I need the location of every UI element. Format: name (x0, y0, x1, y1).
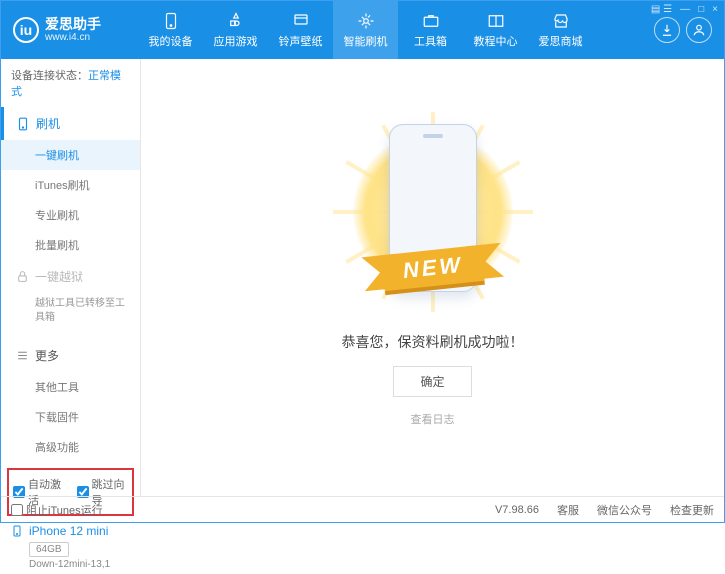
apps-icon (226, 12, 246, 30)
logo-icon: iu (13, 17, 39, 43)
tools-icon (421, 12, 441, 30)
sidebar: 设备连接状态：正常模式 刷机 一键刷机iTunes刷机专业刷机批量刷机 一键越狱… (1, 59, 141, 496)
jailbreak-note: 越狱工具已转移至工具箱 (35, 297, 126, 325)
tutorial-icon (486, 12, 506, 30)
header: iu 爱思助手 www.i4.cn 我的设备应用游戏铃声壁纸智能刷机工具箱教程中… (1, 1, 724, 59)
user-button[interactable] (686, 17, 712, 43)
phone-icon (11, 524, 23, 538)
wechat-link[interactable]: 微信公众号 (597, 502, 652, 518)
nav-tools[interactable]: 工具箱 (398, 1, 463, 59)
ringtone-icon (291, 12, 311, 30)
update-link[interactable]: 检查更新 (670, 502, 714, 518)
main-nav: 我的设备应用游戏铃声壁纸智能刷机工具箱教程中心爱思商城 (138, 1, 593, 59)
main-panel: NEW 恭喜您，保资料刷机成功啦！ 确定 查看日志 (141, 59, 724, 496)
nav-apps[interactable]: 应用游戏 (203, 1, 268, 59)
nav-store[interactable]: 爱思商城 (528, 1, 593, 59)
sidebar-item[interactable]: iTunes刷机 (1, 170, 140, 200)
window-controls: ▤ ☰ — □ × (651, 4, 718, 15)
nav-ringtone[interactable]: 铃声壁纸 (268, 1, 333, 59)
sidebar-item[interactable]: 下载固件 (1, 402, 140, 432)
device-capacity: 64GB (29, 542, 69, 557)
brand-url: www.i4.cn (45, 32, 101, 43)
sidebar-item[interactable]: 专业刷机 (1, 200, 140, 230)
sidebar-item[interactable]: 批量刷机 (1, 230, 140, 260)
list-icon (16, 349, 29, 362)
connection-status: 设备连接状态：正常模式 (1, 59, 140, 107)
close-button[interactable]: × (712, 4, 718, 15)
device-sub: Down-12mini-13,1 (29, 559, 130, 570)
success-message: 恭喜您，保资料刷机成功啦！ (342, 332, 524, 352)
phone-icon (16, 117, 30, 131)
lock-icon (16, 270, 29, 283)
service-link[interactable]: 客服 (557, 502, 579, 518)
status-bar: 阻止iTunes运行 V7.98.66 客服 微信公众号 检查更新 (1, 496, 724, 522)
block-itunes-checkbox[interactable]: 阻止iTunes运行 (11, 502, 103, 518)
sidebar-group-jailbreak: 一键越狱 (1, 260, 140, 293)
store-icon (551, 12, 571, 30)
version-label: V7.98.66 (495, 504, 539, 516)
nav-flash[interactable]: 智能刷机 (333, 1, 398, 59)
nav-device[interactable]: 我的设备 (138, 1, 203, 59)
success-illustration: NEW (343, 116, 523, 316)
sidebar-item[interactable]: 其他工具 (1, 372, 140, 402)
device-icon (161, 12, 181, 30)
menu-icon[interactable]: ▤ ☰ (651, 4, 672, 15)
brand-logo: iu 爱思助手 www.i4.cn (13, 17, 138, 43)
sidebar-group-more[interactable]: 更多 (1, 339, 140, 372)
maximize-button[interactable]: □ (698, 4, 704, 15)
brand-name: 爱思助手 (45, 17, 101, 32)
nav-tutorial[interactable]: 教程中心 (463, 1, 528, 59)
sidebar-group-flash[interactable]: 刷机 (1, 107, 140, 140)
ok-button[interactable]: 确定 (393, 366, 471, 397)
download-button[interactable] (654, 17, 680, 43)
sidebar-item[interactable]: 高级功能 (1, 432, 140, 462)
connected-device[interactable]: iPhone 12 mini 64GB Down-12mini-13,1 (1, 518, 140, 574)
minimize-button[interactable]: — (680, 4, 690, 15)
flash-icon (356, 12, 376, 30)
sidebar-item[interactable]: 一键刷机 (1, 140, 140, 170)
view-log-link[interactable]: 查看日志 (411, 411, 455, 427)
